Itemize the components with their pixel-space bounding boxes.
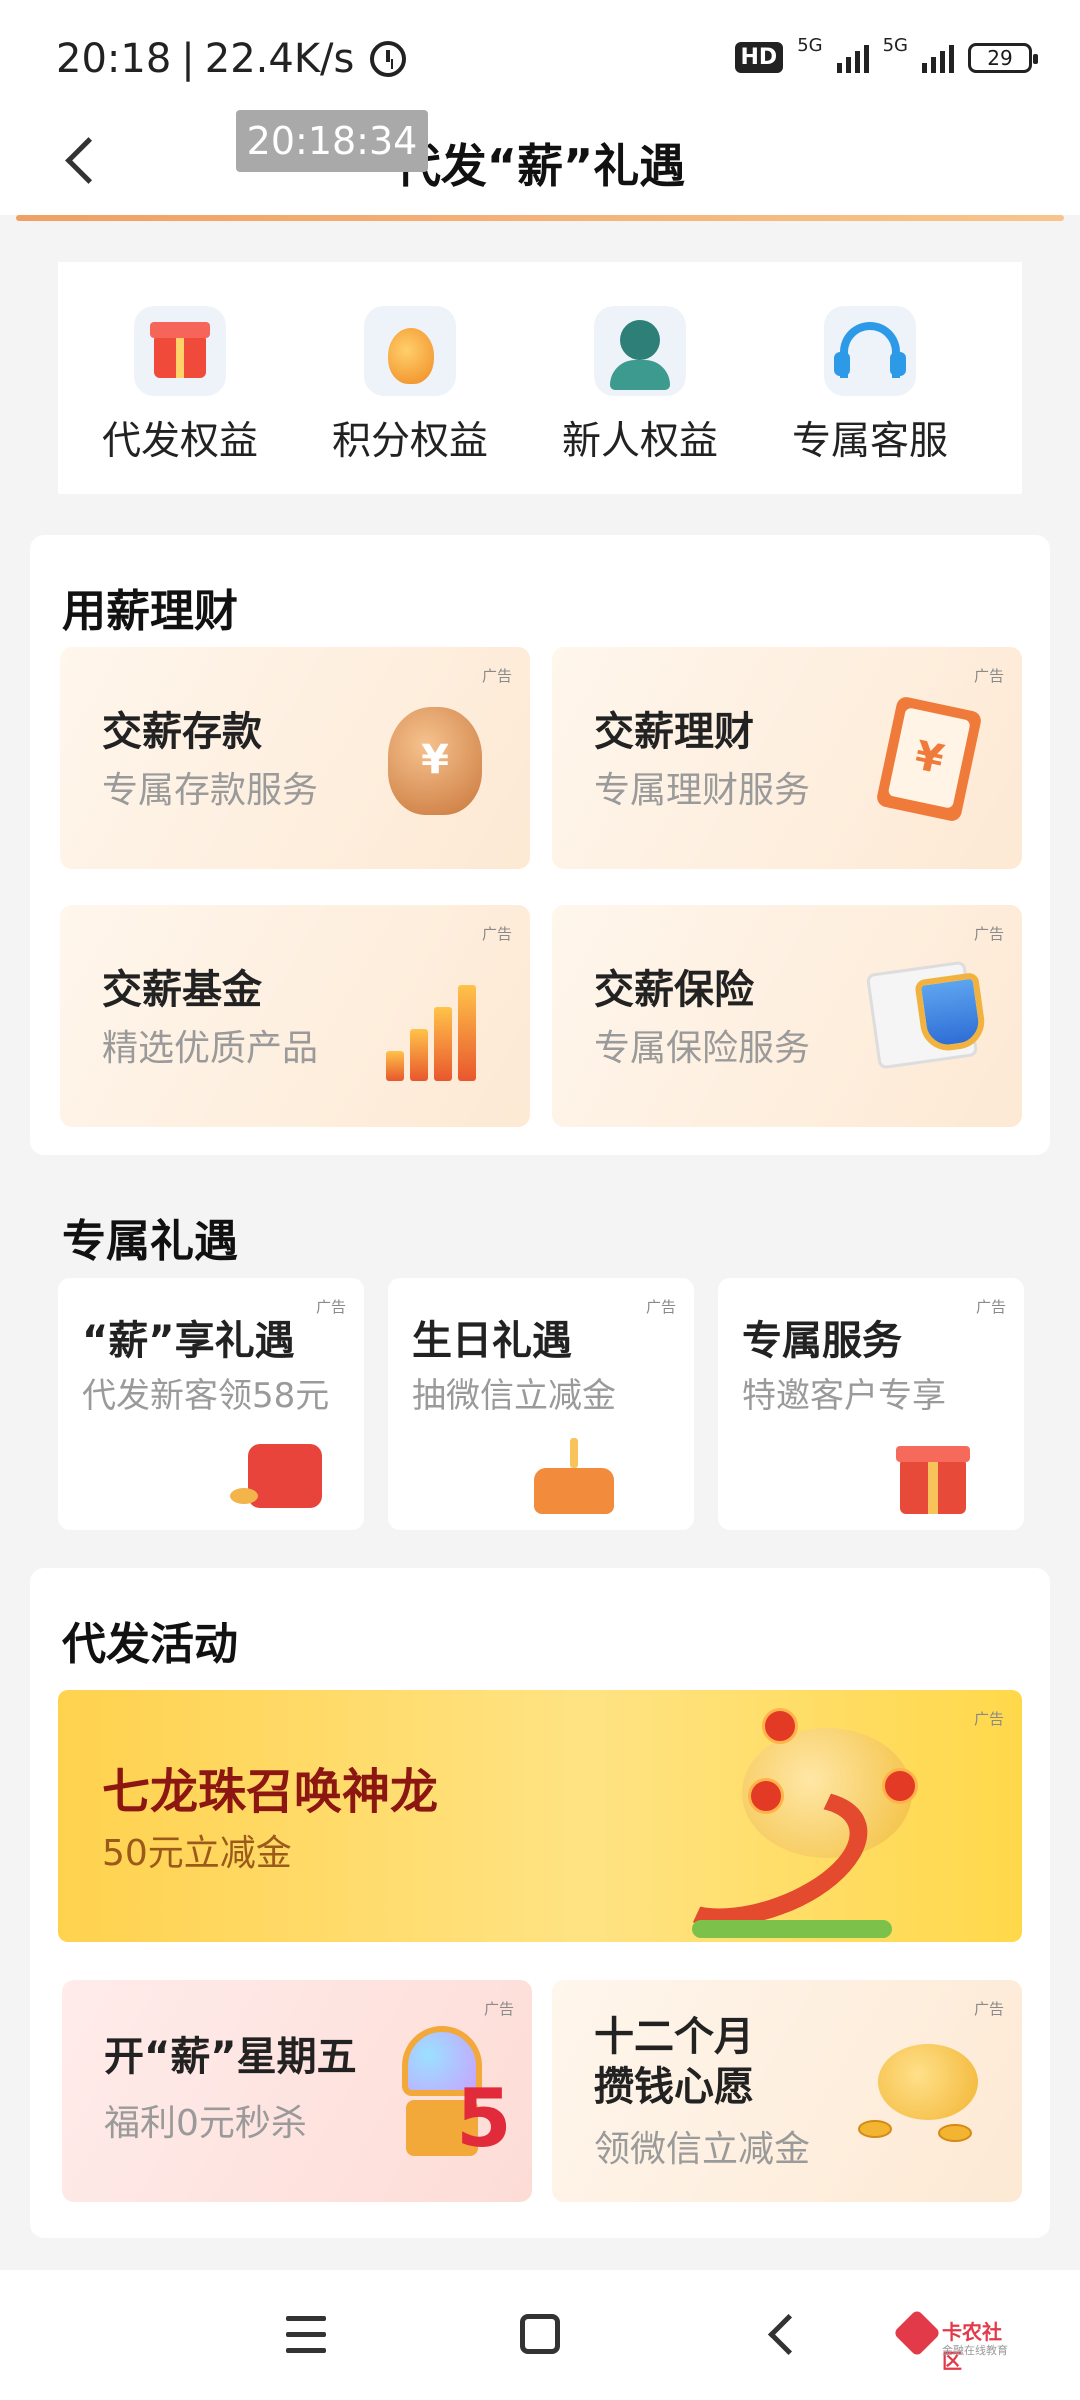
card-title: 开“薪”星期五 [104,2034,357,2080]
section-title: 专属礼遇 [62,1216,238,1267]
watermark-subtitle: 金融在线教育 [942,2344,1008,2357]
card-subtitle: 领微信立减金 [594,2129,811,2170]
signal-icon [836,43,869,73]
card-subtitle: 专属存款服务 [102,770,319,811]
card-subtitle: 代发新客领58元 [82,1376,330,1416]
card-subtitle: 专属理财服务 [594,770,811,811]
activity-card-friday[interactable]: 广告 开“薪”星期五 福利0元秒杀 5 [62,1980,532,2202]
quick-entry-points[interactable]: 积分权益 [310,306,510,466]
present-icon [888,1434,974,1520]
gift-card-birthday[interactable]: 广告 生日礼遇 抽微信立减金 [388,1278,694,1530]
back-nav-icon[interactable] [762,2316,798,2352]
status-left: 20:18 | 22.4K/s [56,36,407,82]
card-title: “薪”享礼遇 [82,1318,295,1364]
time-overlay: 20:18:34 [236,110,428,172]
card-title: 交薪基金 [102,967,262,1013]
person-icon [594,306,686,396]
banner-title: 七龙珠召唤神龙 [102,1764,439,1820]
divider: | [181,36,195,82]
piggy-bank-icon [858,2024,988,2154]
ad-tag: 广告 [481,925,512,943]
menu-icon[interactable] [286,2316,326,2353]
title-bar: 代发“薪”礼遇 20:18:34 [0,110,1080,215]
card-subtitle: 精选优质产品 [102,1028,319,1069]
dragon-icon [638,1708,942,1942]
page-title: 代发“薪”礼遇 [394,139,686,193]
status-right: HD 5G 5G 29 [734,35,1038,73]
money-bag-icon [364,306,456,396]
money-bag-icon [380,693,490,823]
card-title-line1: 十二个月 [594,2014,754,2060]
watermark-logo-icon [892,2308,942,2358]
ad-tag: 广告 [973,1710,1004,1728]
gift-card-salary[interactable]: 广告 “薪”享礼遇 代发新客领58元 [58,1278,364,1530]
network-label-1: 5G [797,35,823,56]
quick-entry-label: 专属客服 [791,419,948,464]
gift-card-service[interactable]: 广告 专属服务 特邀客户专享 [718,1278,1024,1530]
headset-icon [824,306,916,396]
card-subtitle: 专属保险服务 [594,1028,811,1069]
header-accent-line [16,215,1064,221]
card-title: 交薪保险 [594,967,754,1013]
card-subtitle: 特邀客户专享 [742,1376,946,1416]
signal-icon-2 [922,43,954,73]
quick-entry-label: 代发权益 [101,419,258,464]
home-icon[interactable] [520,2314,560,2354]
quick-entry-label: 积分权益 [331,419,488,464]
finance-card-deposit[interactable]: 广告 交薪存款 专属存款服务 [60,647,530,869]
activity-card-saving[interactable]: 广告 十二个月 攒钱心愿 领微信立减金 [552,1980,1022,2202]
clipboard-icon [872,693,983,823]
card-title: 专属服务 [742,1318,902,1364]
watermark: 卡农社区 金融在线教育 [892,2308,1020,2373]
chart-icon [380,951,490,1081]
net-speed: 22.4K/s [204,36,355,82]
section-title: 用薪理财 [62,586,238,637]
wallet-icon [230,1434,324,1520]
ad-tag: 广告 [481,667,512,685]
gacha-icon: 5 [396,2016,512,2166]
system-nav-bar: 卡农社区 金融在线教育 [0,2270,1080,2400]
quick-entry-label: 新人权益 [561,419,718,464]
shield-icon [865,951,982,1081]
card-title: 交薪存款 [102,709,262,755]
card-subtitle: 福利0元秒杀 [104,2103,307,2144]
quick-entry-service[interactable]: 专属客服 [770,306,970,466]
alarm-icon [370,41,407,77]
ad-tag: 广告 [973,2000,1004,2018]
card-title: 生日礼遇 [412,1318,572,1364]
quick-entry-payroll[interactable]: 代发权益 [80,306,280,466]
battery-icon: 29 [968,42,1038,73]
banner-subtitle: 50元立减金 [102,1833,292,1874]
finance-card-insurance[interactable]: 广告 交薪保险 专属保险服务 [552,905,1022,1127]
card-title: 交薪理财 [594,709,754,755]
card-title-line2: 攒钱心愿 [594,2064,754,2110]
status-bar: 20:18 | 22.4K/s HD 5G 5G 29 [0,0,1080,110]
finance-card-fund[interactable]: 广告 交薪基金 精选优质产品 [60,905,530,1127]
ad-tag: 广告 [315,1298,346,1316]
hd-badge: HD [734,42,784,73]
ad-tag: 广告 [975,1298,1006,1316]
finance-card-wealth[interactable]: 广告 交薪理财 专属理财服务 [552,647,1022,869]
ad-tag: 广告 [973,925,1004,943]
ad-tag: 广告 [973,667,1004,685]
gift-icon [134,306,226,396]
quick-entry-card: 代发权益 积分权益 新人权益 专属客服 [58,262,1022,494]
card-subtitle: 抽微信立减金 [412,1376,616,1416]
cake-icon [528,1434,614,1520]
section-title: 代发活动 [62,1619,238,1670]
network-label-2: 5G [882,35,908,56]
gacha-badge: 5 [456,2072,512,2165]
ad-tag: 广告 [645,1298,676,1316]
quick-entry-newcomer[interactable]: 新人权益 [540,306,740,466]
activity-banner-dragon[interactable]: 广告 七龙珠召唤神龙 50元立减金 [58,1690,1022,1942]
clock: 20:18 [56,36,172,82]
finance-section: 用薪理财 广告 交薪存款 专属存款服务 广告 交薪理财 专属理财服务 广告 交薪… [30,535,1050,1155]
